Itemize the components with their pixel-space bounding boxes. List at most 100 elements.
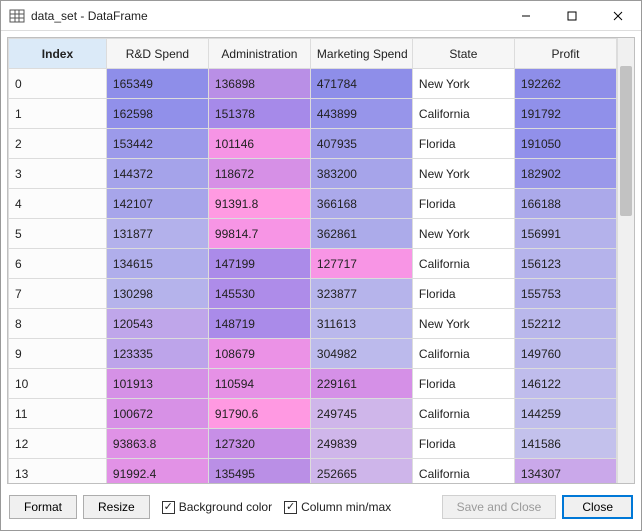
data-cell[interactable]: 99814.7: [208, 219, 310, 249]
data-cell[interactable]: 91391.8: [208, 189, 310, 219]
data-cell[interactable]: 127320: [208, 429, 310, 459]
vertical-scrollbar[interactable]: [617, 38, 634, 483]
data-cell[interactable]: California: [412, 99, 514, 129]
index-cell[interactable]: 5: [9, 219, 107, 249]
data-cell[interactable]: 134615: [106, 249, 208, 279]
data-cell[interactable]: 91790.6: [208, 399, 310, 429]
data-cell[interactable]: 155753: [514, 279, 616, 309]
data-cell[interactable]: 156991: [514, 219, 616, 249]
data-cell[interactable]: 135495: [208, 459, 310, 484]
format-button[interactable]: Format: [9, 495, 77, 519]
close-window-button[interactable]: [595, 1, 641, 31]
data-cell[interactable]: 130298: [106, 279, 208, 309]
data-cell[interactable]: 366168: [310, 189, 412, 219]
column-minmax-checkbox[interactable]: ✓ Column min/max: [284, 500, 391, 514]
index-cell[interactable]: 9: [9, 339, 107, 369]
data-cell[interactable]: 134307: [514, 459, 616, 484]
data-cell[interactable]: 144372: [106, 159, 208, 189]
data-cell[interactable]: 123335: [106, 339, 208, 369]
index-cell[interactable]: 0: [9, 69, 107, 99]
index-cell[interactable]: 12: [9, 429, 107, 459]
data-cell[interactable]: Florida: [412, 369, 514, 399]
data-cell[interactable]: 249745: [310, 399, 412, 429]
data-cell[interactable]: 192262: [514, 69, 616, 99]
data-cell[interactable]: 151378: [208, 99, 310, 129]
data-cell[interactable]: Florida: [412, 189, 514, 219]
data-cell[interactable]: 120543: [106, 309, 208, 339]
data-cell[interactable]: New York: [412, 219, 514, 249]
data-cell[interactable]: 100672: [106, 399, 208, 429]
col-head-state[interactable]: State: [412, 39, 514, 69]
data-cell[interactable]: 153442: [106, 129, 208, 159]
data-cell[interactable]: 101146: [208, 129, 310, 159]
data-cell[interactable]: 362861: [310, 219, 412, 249]
index-cell[interactable]: 10: [9, 369, 107, 399]
table-scroll[interactable]: Index R&D Spend Administration Marketing…: [8, 38, 617, 483]
data-cell[interactable]: 191050: [514, 129, 616, 159]
data-cell[interactable]: 229161: [310, 369, 412, 399]
data-cell[interactable]: 142107: [106, 189, 208, 219]
data-cell[interactable]: 407935: [310, 129, 412, 159]
data-cell[interactable]: 383200: [310, 159, 412, 189]
minimize-button[interactable]: [503, 1, 549, 31]
data-cell[interactable]: California: [412, 399, 514, 429]
data-cell[interactable]: 166188: [514, 189, 616, 219]
data-cell[interactable]: California: [412, 249, 514, 279]
data-cell[interactable]: New York: [412, 159, 514, 189]
data-cell[interactable]: 311613: [310, 309, 412, 339]
data-cell[interactable]: 148719: [208, 309, 310, 339]
data-cell[interactable]: 149760: [514, 339, 616, 369]
data-cell[interactable]: Florida: [412, 279, 514, 309]
index-cell[interactable]: 1: [9, 99, 107, 129]
col-head-rd[interactable]: R&D Spend: [106, 39, 208, 69]
data-cell[interactable]: California: [412, 459, 514, 484]
maximize-button[interactable]: [549, 1, 595, 31]
data-cell[interactable]: 144259: [514, 399, 616, 429]
data-cell[interactable]: Florida: [412, 129, 514, 159]
data-cell[interactable]: New York: [412, 69, 514, 99]
data-cell[interactable]: 304982: [310, 339, 412, 369]
index-cell[interactable]: 2: [9, 129, 107, 159]
index-cell[interactable]: 4: [9, 189, 107, 219]
data-cell[interactable]: Florida: [412, 429, 514, 459]
data-cell[interactable]: 127717: [310, 249, 412, 279]
data-cell[interactable]: 471784: [310, 69, 412, 99]
data-cell[interactable]: 91992.4: [106, 459, 208, 484]
data-cell[interactable]: 131877: [106, 219, 208, 249]
data-cell[interactable]: New York: [412, 309, 514, 339]
scrollbar-thumb[interactable]: [620, 66, 632, 216]
data-cell[interactable]: 152212: [514, 309, 616, 339]
background-color-checkbox[interactable]: ✓ Background color: [162, 500, 272, 514]
data-cell[interactable]: 118672: [208, 159, 310, 189]
data-cell[interactable]: 108679: [208, 339, 310, 369]
col-head-admin[interactable]: Administration: [208, 39, 310, 69]
data-cell[interactable]: 136898: [208, 69, 310, 99]
data-cell[interactable]: California: [412, 339, 514, 369]
data-cell[interactable]: 252665: [310, 459, 412, 484]
col-head-index[interactable]: Index: [9, 39, 107, 69]
index-cell[interactable]: 7: [9, 279, 107, 309]
data-cell[interactable]: 443899: [310, 99, 412, 129]
data-cell[interactable]: 323877: [310, 279, 412, 309]
index-cell[interactable]: 13: [9, 459, 107, 484]
index-cell[interactable]: 3: [9, 159, 107, 189]
data-cell[interactable]: 191792: [514, 99, 616, 129]
resize-button[interactable]: Resize: [83, 495, 150, 519]
index-cell[interactable]: 11: [9, 399, 107, 429]
data-cell[interactable]: 156123: [514, 249, 616, 279]
index-cell[interactable]: 6: [9, 249, 107, 279]
col-head-profit[interactable]: Profit: [514, 39, 616, 69]
data-cell[interactable]: 93863.8: [106, 429, 208, 459]
data-cell[interactable]: 110594: [208, 369, 310, 399]
data-cell[interactable]: 145530: [208, 279, 310, 309]
data-cell[interactable]: 182902: [514, 159, 616, 189]
data-cell[interactable]: 147199: [208, 249, 310, 279]
close-button[interactable]: Close: [562, 495, 633, 519]
data-cell[interactable]: 146122: [514, 369, 616, 399]
data-cell[interactable]: 101913: [106, 369, 208, 399]
col-head-marketing[interactable]: Marketing Spend: [310, 39, 412, 69]
data-cell[interactable]: 141586: [514, 429, 616, 459]
data-cell[interactable]: 162598: [106, 99, 208, 129]
index-cell[interactable]: 8: [9, 309, 107, 339]
data-cell[interactable]: 249839: [310, 429, 412, 459]
